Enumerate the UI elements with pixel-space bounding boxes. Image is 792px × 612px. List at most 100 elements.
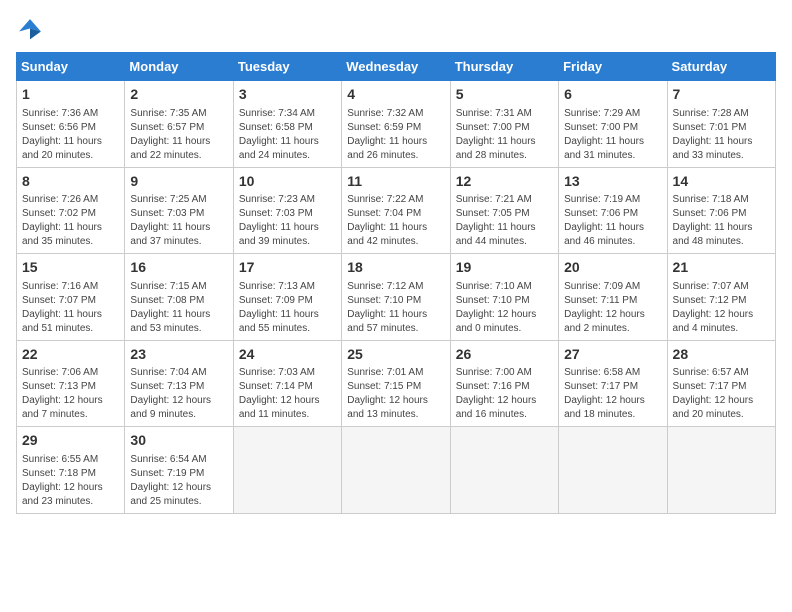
calendar-cell: 6Sunrise: 7:29 AM Sunset: 7:00 PM Daylig… [559, 81, 667, 168]
day-number: 22 [22, 345, 119, 365]
calendar-cell: 24Sunrise: 7:03 AM Sunset: 7:14 PM Dayli… [233, 340, 341, 427]
week-row-2: 8Sunrise: 7:26 AM Sunset: 7:02 PM Daylig… [17, 167, 776, 254]
day-number: 29 [22, 431, 119, 451]
calendar-cell: 3Sunrise: 7:34 AM Sunset: 6:58 PM Daylig… [233, 81, 341, 168]
header-monday: Monday [125, 53, 233, 81]
calendar-cell: 23Sunrise: 7:04 AM Sunset: 7:13 PM Dayli… [125, 340, 233, 427]
calendar-cell [667, 427, 775, 514]
day-number: 27 [564, 345, 661, 365]
day-number: 23 [130, 345, 227, 365]
week-row-1: 1Sunrise: 7:36 AM Sunset: 6:56 PM Daylig… [17, 81, 776, 168]
calendar-cell: 9Sunrise: 7:25 AM Sunset: 7:03 PM Daylig… [125, 167, 233, 254]
day-number: 4 [347, 85, 444, 105]
header-friday: Friday [559, 53, 667, 81]
calendar-cell: 25Sunrise: 7:01 AM Sunset: 7:15 PM Dayli… [342, 340, 450, 427]
day-info: Sunrise: 7:18 AM Sunset: 7:06 PM Dayligh… [673, 193, 770, 249]
calendar-cell: 29Sunrise: 6:55 AM Sunset: 7:18 PM Dayli… [17, 427, 125, 514]
day-number: 24 [239, 345, 336, 365]
day-info: Sunrise: 7:03 AM Sunset: 7:14 PM Dayligh… [239, 366, 336, 422]
day-info: Sunrise: 7:29 AM Sunset: 7:00 PM Dayligh… [564, 107, 661, 163]
day-number: 2 [130, 85, 227, 105]
day-info: Sunrise: 7:23 AM Sunset: 7:03 PM Dayligh… [239, 193, 336, 249]
day-info: Sunrise: 7:10 AM Sunset: 7:10 PM Dayligh… [456, 280, 553, 336]
calendar-cell: 19Sunrise: 7:10 AM Sunset: 7:10 PM Dayli… [450, 254, 558, 341]
calendar-cell [233, 427, 341, 514]
day-info: Sunrise: 7:36 AM Sunset: 6:56 PM Dayligh… [22, 107, 119, 163]
header-saturday: Saturday [667, 53, 775, 81]
week-row-5: 29Sunrise: 6:55 AM Sunset: 7:18 PM Dayli… [17, 427, 776, 514]
calendar-cell: 10Sunrise: 7:23 AM Sunset: 7:03 PM Dayli… [233, 167, 341, 254]
calendar-cell: 17Sunrise: 7:13 AM Sunset: 7:09 PM Dayli… [233, 254, 341, 341]
day-info: Sunrise: 6:55 AM Sunset: 7:18 PM Dayligh… [22, 453, 119, 509]
calendar-cell: 26Sunrise: 7:00 AM Sunset: 7:16 PM Dayli… [450, 340, 558, 427]
week-row-3: 15Sunrise: 7:16 AM Sunset: 7:07 PM Dayli… [17, 254, 776, 341]
calendar-cell [450, 427, 558, 514]
calendar-cell: 14Sunrise: 7:18 AM Sunset: 7:06 PM Dayli… [667, 167, 775, 254]
day-number: 9 [130, 172, 227, 192]
day-info: Sunrise: 7:06 AM Sunset: 7:13 PM Dayligh… [22, 366, 119, 422]
day-info: Sunrise: 7:01 AM Sunset: 7:15 PM Dayligh… [347, 366, 444, 422]
calendar-cell: 20Sunrise: 7:09 AM Sunset: 7:11 PM Dayli… [559, 254, 667, 341]
calendar-cell: 7Sunrise: 7:28 AM Sunset: 7:01 PM Daylig… [667, 81, 775, 168]
day-number: 20 [564, 258, 661, 278]
calendar-cell: 15Sunrise: 7:16 AM Sunset: 7:07 PM Dayli… [17, 254, 125, 341]
day-number: 28 [673, 345, 770, 365]
calendar-cell: 22Sunrise: 7:06 AM Sunset: 7:13 PM Dayli… [17, 340, 125, 427]
day-number: 1 [22, 85, 119, 105]
calendar-cell: 13Sunrise: 7:19 AM Sunset: 7:06 PM Dayli… [559, 167, 667, 254]
day-info: Sunrise: 7:00 AM Sunset: 7:16 PM Dayligh… [456, 366, 553, 422]
day-number: 17 [239, 258, 336, 278]
day-number: 3 [239, 85, 336, 105]
calendar-cell: 8Sunrise: 7:26 AM Sunset: 7:02 PM Daylig… [17, 167, 125, 254]
calendar-cell [559, 427, 667, 514]
day-number: 5 [456, 85, 553, 105]
day-number: 18 [347, 258, 444, 278]
day-info: Sunrise: 7:13 AM Sunset: 7:09 PM Dayligh… [239, 280, 336, 336]
day-info: Sunrise: 7:32 AM Sunset: 6:59 PM Dayligh… [347, 107, 444, 163]
calendar-header-row: SundayMondayTuesdayWednesdayThursdayFrid… [17, 53, 776, 81]
page-header [16, 16, 776, 44]
day-number: 26 [456, 345, 553, 365]
day-info: Sunrise: 7:04 AM Sunset: 7:13 PM Dayligh… [130, 366, 227, 422]
day-number: 21 [673, 258, 770, 278]
day-info: Sunrise: 7:28 AM Sunset: 7:01 PM Dayligh… [673, 107, 770, 163]
logo-icon [16, 16, 44, 44]
calendar-cell [342, 427, 450, 514]
calendar-cell: 16Sunrise: 7:15 AM Sunset: 7:08 PM Dayli… [125, 254, 233, 341]
day-info: Sunrise: 7:34 AM Sunset: 6:58 PM Dayligh… [239, 107, 336, 163]
day-number: 19 [456, 258, 553, 278]
day-number: 8 [22, 172, 119, 192]
day-number: 13 [564, 172, 661, 192]
calendar-cell: 30Sunrise: 6:54 AM Sunset: 7:19 PM Dayli… [125, 427, 233, 514]
day-number: 10 [239, 172, 336, 192]
week-row-4: 22Sunrise: 7:06 AM Sunset: 7:13 PM Dayli… [17, 340, 776, 427]
day-info: Sunrise: 7:19 AM Sunset: 7:06 PM Dayligh… [564, 193, 661, 249]
header-sunday: Sunday [17, 53, 125, 81]
day-info: Sunrise: 7:22 AM Sunset: 7:04 PM Dayligh… [347, 193, 444, 249]
day-info: Sunrise: 7:21 AM Sunset: 7:05 PM Dayligh… [456, 193, 553, 249]
day-info: Sunrise: 7:31 AM Sunset: 7:00 PM Dayligh… [456, 107, 553, 163]
day-number: 7 [673, 85, 770, 105]
day-info: Sunrise: 7:15 AM Sunset: 7:08 PM Dayligh… [130, 280, 227, 336]
day-info: Sunrise: 7:09 AM Sunset: 7:11 PM Dayligh… [564, 280, 661, 336]
day-info: Sunrise: 7:35 AM Sunset: 6:57 PM Dayligh… [130, 107, 227, 163]
logo [16, 16, 48, 44]
day-info: Sunrise: 6:54 AM Sunset: 7:19 PM Dayligh… [130, 453, 227, 509]
calendar-cell: 4Sunrise: 7:32 AM Sunset: 6:59 PM Daylig… [342, 81, 450, 168]
day-number: 15 [22, 258, 119, 278]
header-thursday: Thursday [450, 53, 558, 81]
day-number: 30 [130, 431, 227, 451]
calendar-cell: 11Sunrise: 7:22 AM Sunset: 7:04 PM Dayli… [342, 167, 450, 254]
header-tuesday: Tuesday [233, 53, 341, 81]
day-number: 16 [130, 258, 227, 278]
calendar-cell: 5Sunrise: 7:31 AM Sunset: 7:00 PM Daylig… [450, 81, 558, 168]
day-info: Sunrise: 7:07 AM Sunset: 7:12 PM Dayligh… [673, 280, 770, 336]
day-info: Sunrise: 7:25 AM Sunset: 7:03 PM Dayligh… [130, 193, 227, 249]
day-info: Sunrise: 7:26 AM Sunset: 7:02 PM Dayligh… [22, 193, 119, 249]
calendar-cell: 28Sunrise: 6:57 AM Sunset: 7:17 PM Dayli… [667, 340, 775, 427]
day-number: 25 [347, 345, 444, 365]
calendar-cell: 27Sunrise: 6:58 AM Sunset: 7:17 PM Dayli… [559, 340, 667, 427]
calendar-cell: 1Sunrise: 7:36 AM Sunset: 6:56 PM Daylig… [17, 81, 125, 168]
day-info: Sunrise: 7:12 AM Sunset: 7:10 PM Dayligh… [347, 280, 444, 336]
calendar-cell: 21Sunrise: 7:07 AM Sunset: 7:12 PM Dayli… [667, 254, 775, 341]
